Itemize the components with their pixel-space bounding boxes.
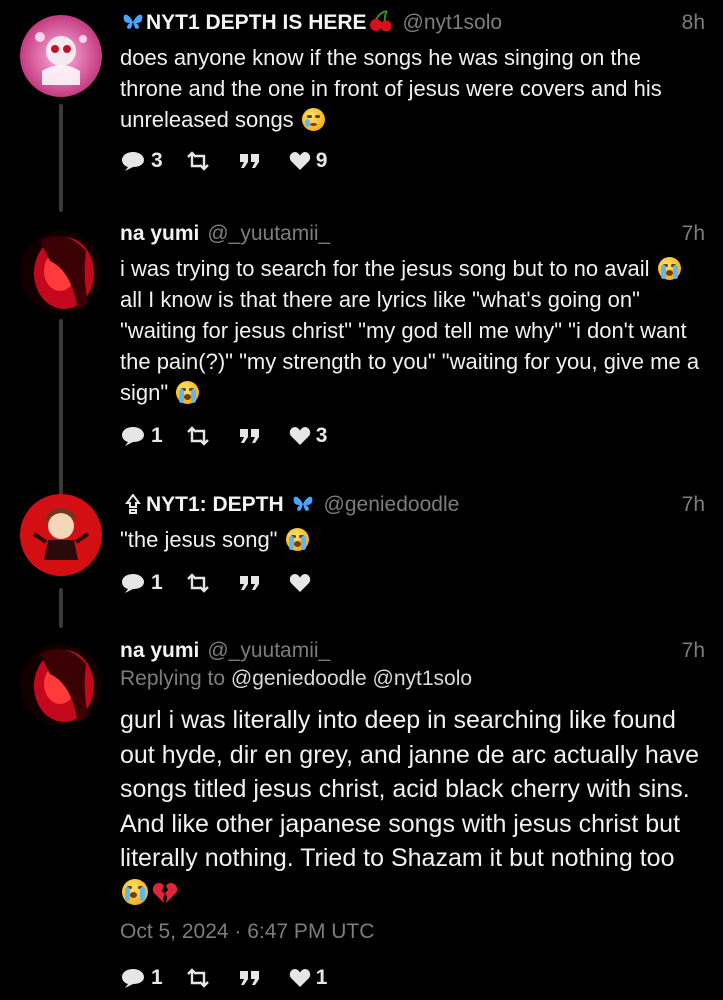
tweet-header: NYT1: DEPTH @geniedoodle 7h bbox=[120, 492, 705, 518]
tweet-text: does anyone know if the songs he was sin… bbox=[120, 45, 662, 132]
reply-icon bbox=[122, 574, 144, 593]
like-button[interactable]: 3 bbox=[289, 424, 327, 448]
retweet-button[interactable] bbox=[185, 151, 216, 171]
handle[interactable]: @nyt1solo bbox=[403, 11, 503, 34]
tweet-header: na yumi @_yuutamii_ 7h bbox=[120, 638, 705, 664]
display-name[interactable]: NYT1: DEPTH bbox=[146, 493, 284, 516]
timestamp[interactable]: 7h bbox=[682, 221, 705, 247]
quote-button[interactable] bbox=[238, 427, 267, 445]
retweet-icon bbox=[186, 426, 209, 446]
handle[interactable]: @_yuutamii_ bbox=[207, 639, 330, 662]
crying-emoji bbox=[657, 257, 681, 280]
butterfly-icon bbox=[123, 14, 143, 29]
crying-emoji bbox=[285, 528, 309, 551]
reply-mentions[interactable]: @geniedoodle @nyt1solo bbox=[231, 667, 472, 690]
replying-to: Replying to @geniedoodle @nyt1solo bbox=[120, 667, 473, 690]
crying-emoji bbox=[176, 381, 200, 404]
crying-emoji bbox=[122, 878, 148, 905]
timestamp[interactable]: 7h bbox=[682, 638, 705, 664]
tweet-actions: 1 3 bbox=[120, 424, 705, 448]
heart-icon bbox=[289, 574, 310, 592]
heart-icon bbox=[289, 152, 310, 170]
tweet-header: na yumi @_yuutamii_ 7h bbox=[120, 221, 705, 247]
display-name[interactable]: NYT1 DEPTH IS HERE bbox=[146, 11, 367, 34]
like-button[interactable] bbox=[289, 573, 316, 593]
retweet-icon bbox=[186, 573, 209, 593]
butterfly-icon bbox=[293, 496, 312, 511]
sad-tear-emoji bbox=[301, 108, 325, 131]
display-name[interactable]: na yumi bbox=[120, 222, 199, 245]
timestamp[interactable]: 7h bbox=[682, 492, 705, 518]
quote-button[interactable] bbox=[238, 574, 267, 592]
timestamp[interactable]: 8h bbox=[682, 10, 705, 36]
sparkle-icon bbox=[125, 494, 141, 514]
avatar[interactable] bbox=[20, 231, 102, 313]
reply-icon bbox=[122, 152, 144, 171]
heart-icon bbox=[289, 969, 310, 987]
retweet-button[interactable] bbox=[185, 573, 216, 593]
tweet-text: gurl i was literally into deep in search… bbox=[120, 703, 705, 910]
reply-button[interactable]: 1 bbox=[120, 966, 163, 990]
quote-button[interactable] bbox=[238, 152, 267, 170]
retweet-button[interactable] bbox=[185, 968, 216, 988]
handle[interactable]: @_yuutamii_ bbox=[207, 222, 330, 245]
tweet-actions: 1 bbox=[120, 571, 705, 595]
heart-icon bbox=[289, 427, 310, 445]
thread-line bbox=[59, 319, 63, 495]
tweet-actions: 1 1 bbox=[120, 966, 705, 990]
tweet-text: i was trying to search for the jesus son… bbox=[120, 256, 700, 405]
cherry-icon bbox=[369, 10, 392, 32]
tweet-header: NYT1 DEPTH IS HERE @nyt1solo 8h bbox=[120, 10, 705, 36]
quote-icon bbox=[239, 154, 259, 168]
reply-icon bbox=[122, 427, 144, 446]
reply-button[interactable]: 1 bbox=[120, 571, 163, 595]
reply-button[interactable]: 3 bbox=[120, 149, 163, 173]
retweet-icon bbox=[186, 968, 209, 988]
broken-heart-emoji bbox=[152, 882, 178, 903]
retweet-button[interactable] bbox=[185, 426, 216, 446]
thread-line bbox=[59, 104, 63, 212]
retweet-icon bbox=[186, 151, 209, 171]
tweet-date[interactable]: Oct 5, 2024 · 6:47 PM UTC bbox=[120, 920, 705, 944]
reply-button[interactable]: 1 bbox=[120, 424, 163, 448]
avatar[interactable] bbox=[20, 644, 102, 726]
like-button[interactable]: 1 bbox=[289, 966, 327, 990]
quote-button[interactable] bbox=[238, 969, 267, 987]
avatar[interactable] bbox=[20, 15, 102, 97]
quote-icon bbox=[239, 971, 259, 985]
like-button[interactable]: 9 bbox=[289, 149, 327, 173]
reply-icon bbox=[122, 969, 144, 988]
quote-icon bbox=[239, 429, 259, 443]
display-name[interactable]: na yumi bbox=[120, 639, 199, 662]
tweet-actions: 3 9 bbox=[120, 149, 705, 173]
thread-line bbox=[59, 588, 63, 628]
quote-icon bbox=[239, 576, 259, 590]
handle[interactable]: @geniedoodle bbox=[324, 493, 460, 516]
avatar[interactable] bbox=[20, 494, 102, 576]
tweet-text: "the jesus song" bbox=[120, 524, 705, 555]
